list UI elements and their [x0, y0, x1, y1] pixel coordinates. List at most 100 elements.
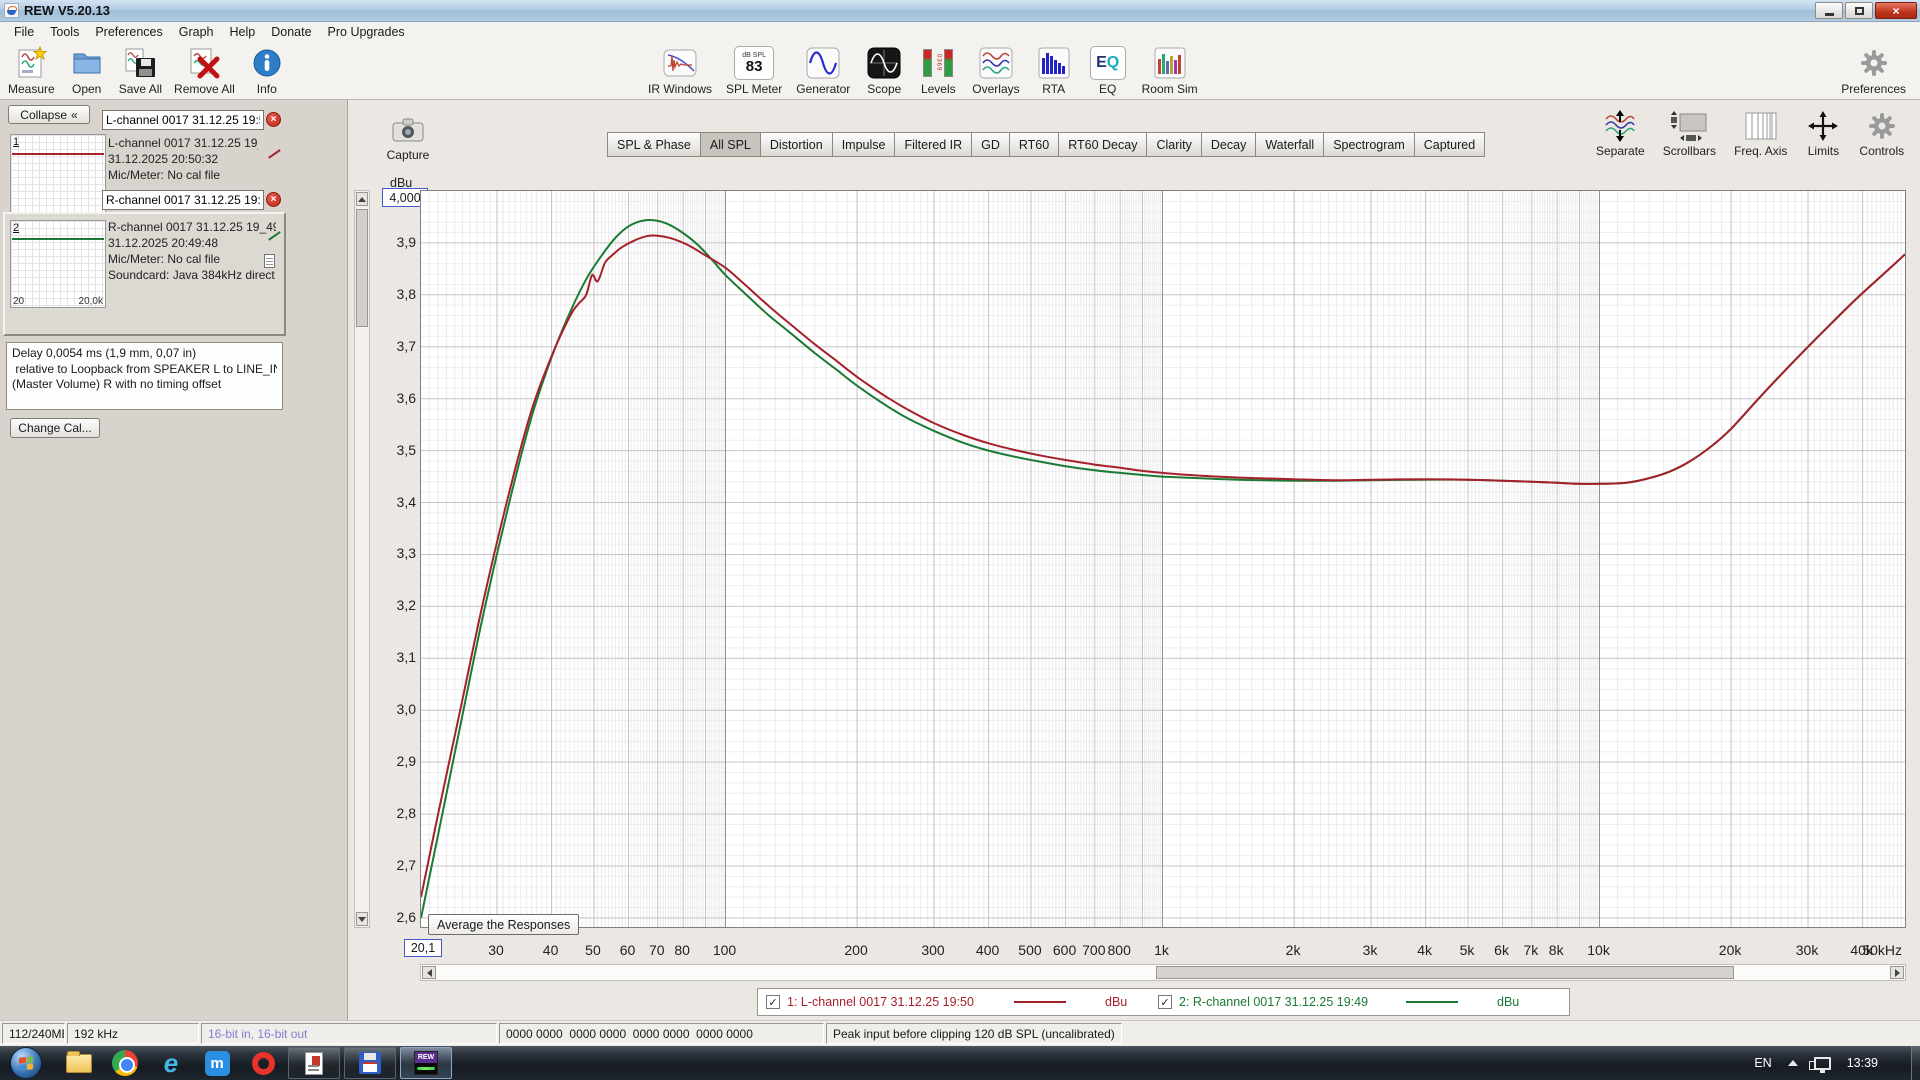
measurement-1-delete-button[interactable]: × [266, 112, 281, 127]
show-hidden-icons-button[interactable] [1788, 1060, 1798, 1066]
controls-button[interactable]: Controls [1859, 108, 1904, 158]
change-cal-button[interactable]: Change Cal... [10, 418, 100, 438]
taskbar-document-app-button[interactable] [288, 1047, 340, 1079]
legend-2-checkbox[interactable]: ✓ [1158, 995, 1172, 1009]
measurement-2-name-input[interactable] [102, 190, 264, 210]
keyboard-language-indicator[interactable]: EN [1754, 1056, 1771, 1070]
change-cal-label: Change Cal... [18, 421, 91, 435]
menu-item[interactable]: Graph [171, 23, 222, 41]
open-label: Open [72, 82, 101, 96]
taskbar-maxthon-button[interactable]: m [194, 1047, 240, 1079]
taskbar-chrome-button[interactable] [102, 1047, 148, 1079]
vertical-scrollbar[interactable] [354, 190, 370, 928]
measurement-2-delete-button[interactable]: × [266, 192, 281, 207]
menu-item[interactable]: Help [222, 23, 264, 41]
remove-all-button[interactable]: Remove All [174, 45, 235, 96]
status-cell: 0000 0000 0000 0000 0000 0000 0000 0000 [499, 1023, 824, 1044]
room-sim-button[interactable]: Room Sim [1142, 45, 1198, 96]
menu-item[interactable]: Donate [263, 23, 319, 41]
status-bar: 112/240MB192 kHz16-bit in, 16-bit out000… [0, 1020, 1920, 1046]
info-button[interactable]: Info [247, 45, 287, 96]
measurement-2-thumbnail[interactable]: 2 20 20,0k [10, 220, 106, 308]
graph-tab[interactable]: All SPL [700, 132, 761, 157]
measurement-2-color-swatch[interactable] [264, 230, 278, 244]
minimize-button[interactable] [1815, 2, 1843, 19]
ir-windows-button[interactable]: IR Windows [648, 45, 712, 96]
taskbar-save-app-button[interactable] [344, 1047, 396, 1079]
close-button[interactable]: × [1875, 2, 1917, 19]
scroll-up-arrow[interactable] [356, 192, 368, 206]
freq-axis-button[interactable]: Freq. Axis [1734, 108, 1787, 158]
measurement-2-notes-icon[interactable] [264, 254, 275, 268]
horizontal-scrollbar-thumb[interactable] [1156, 966, 1735, 979]
menu-item[interactable]: File [6, 23, 42, 41]
maximize-button[interactable] [1845, 2, 1873, 19]
graph-tab[interactable]: GD [971, 132, 1010, 157]
graph-tab[interactable]: RT60 Decay [1058, 132, 1147, 157]
capture-button[interactable]: Capture [384, 112, 432, 162]
measurement-1-color-swatch[interactable] [264, 148, 278, 162]
legend-1-label[interactable]: 1: L-channel 0017 31.12.25 19:50 [787, 995, 1007, 1009]
graph-tab[interactable]: Impulse [832, 132, 896, 157]
network-icon[interactable] [1814, 1057, 1831, 1070]
graph-tab[interactable]: Distortion [760, 132, 833, 157]
x-axis-tick-labels: 3040506070801002003004005006007008001k2k… [420, 942, 1906, 960]
graph-tab[interactable]: SPL & Phase [607, 132, 701, 157]
measurement-2-mic-info: Mic/Meter: No cal file [108, 252, 276, 268]
spl-chart-plot-area[interactable] [420, 190, 1906, 928]
menu-item[interactable]: Preferences [87, 23, 170, 41]
limits-button[interactable]: Limits [1805, 108, 1841, 158]
delete-x-icon: × [271, 115, 277, 125]
save-all-button[interactable]: Save All [119, 45, 162, 96]
start-button[interactable] [10, 1047, 42, 1079]
generator-button[interactable]: Generator [796, 45, 850, 96]
separate-button[interactable]: Separate [1596, 108, 1645, 158]
scroll-left-arrow[interactable] [422, 966, 436, 979]
scope-icon [866, 45, 902, 81]
legend-2-label[interactable]: 2: R-channel 0017 31.12.25 19:49 [1179, 995, 1399, 1009]
x-tick-label: 3k [1363, 942, 1378, 958]
save-all-label: Save All [119, 82, 162, 96]
levels-button[interactable]: 0369 Levels [918, 45, 958, 96]
remove-all-label: Remove All [174, 82, 235, 96]
taskbar-ie-button[interactable]: e [148, 1047, 194, 1079]
eq-button[interactable]: EQ EQ [1088, 45, 1128, 96]
open-button[interactable]: Open [67, 45, 107, 96]
preferences-button[interactable]: Preferences [1841, 45, 1906, 96]
graph-tab[interactable]: Clarity [1146, 132, 1201, 157]
x-tick-label: 400 [976, 942, 999, 958]
spl-meter-button[interactable]: dB SPL83 SPL Meter [726, 45, 782, 96]
measure-icon [14, 45, 48, 81]
graph-tab[interactable]: Filtered IR [894, 132, 972, 157]
graph-tab[interactable]: Waterfall [1255, 132, 1324, 157]
scroll-right-arrow[interactable] [1890, 966, 1904, 979]
scroll-down-arrow[interactable] [356, 912, 368, 926]
menu-item[interactable]: Tools [42, 23, 87, 41]
scope-button[interactable]: Scope [864, 45, 904, 96]
graph-tab[interactable]: Captured [1414, 132, 1485, 157]
measurement-1-name-input[interactable] [102, 110, 264, 130]
measurement-1-thumbnail[interactable]: 1 20 20,0k [10, 134, 106, 224]
measure-button[interactable]: Measure [8, 45, 55, 96]
average-responses-button[interactable]: Average the Responses [428, 914, 579, 935]
rta-button[interactable]: RTA [1034, 45, 1074, 96]
taskbar-rew-button[interactable]: REW [400, 1047, 452, 1079]
windows-flag-icon [19, 1056, 33, 1070]
graph-tab[interactable]: Decay [1201, 132, 1256, 157]
legend-1-checkbox[interactable]: ✓ [766, 995, 780, 1009]
vertical-scrollbar-thumb[interactable] [356, 209, 368, 327]
collapse-panel-button[interactable]: Collapse « [8, 105, 90, 124]
scrollbars-button[interactable]: Scrollbars [1663, 108, 1716, 158]
info-icon [250, 45, 284, 81]
menu-item[interactable]: Pro Upgrades [320, 23, 413, 41]
show-desktop-button[interactable] [1911, 1046, 1920, 1080]
eq-icon: EQ [1090, 45, 1126, 81]
taskbar-opera-button[interactable] [240, 1047, 286, 1079]
graph-tab[interactable]: RT60 [1009, 132, 1059, 157]
horizontal-scrollbar[interactable] [420, 964, 1906, 981]
graph-tab[interactable]: Spectrogram [1323, 132, 1415, 157]
freq-axis-icon [1743, 108, 1779, 144]
taskbar-explorer-button[interactable] [56, 1047, 102, 1079]
clock[interactable]: 13:39 [1847, 1056, 1878, 1070]
overlays-button[interactable]: Overlays [972, 45, 1019, 96]
